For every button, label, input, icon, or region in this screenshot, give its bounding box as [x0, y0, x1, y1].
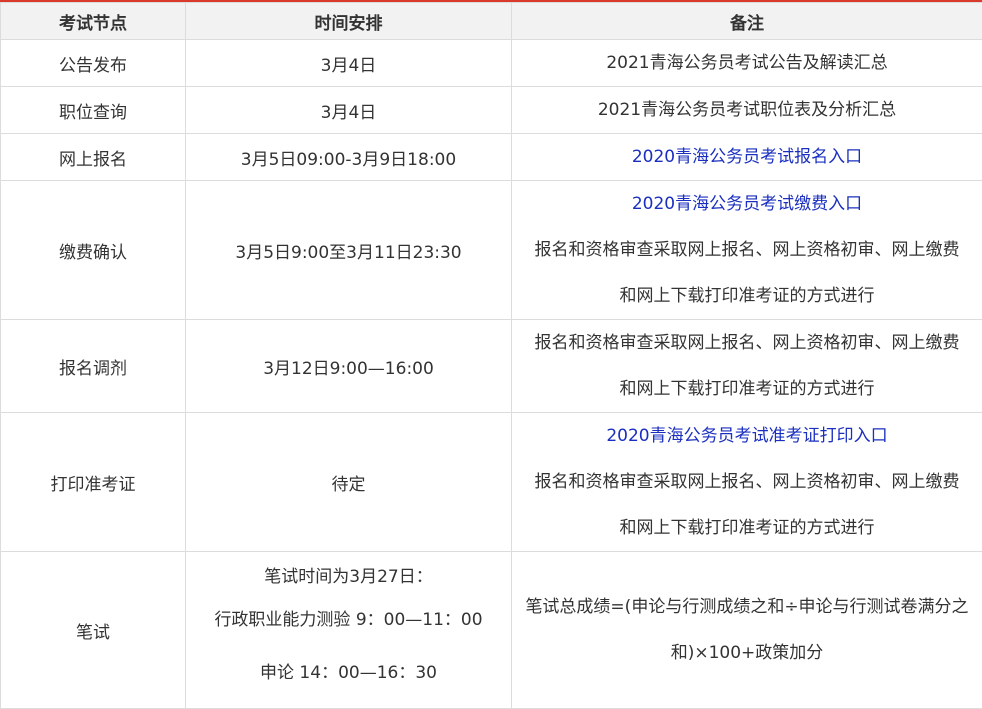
note-line: 和网上下载打印准考证的方式进行 — [516, 273, 978, 319]
table-row: 报名调剂 3月12日9:00—16:00 报名和资格审查采取网上报名、网上资格初… — [1, 320, 982, 413]
notes-cell: 2020青海公务员考试准考证打印入口 报名和资格审查采取网上报名、网上资格初审、… — [512, 413, 982, 552]
table-row: 职位查询 3月4日 2021青海公务员考试职位表及分析汇总 — [1, 87, 982, 134]
time-cell: 3月5日09:00-3月9日18:00 — [186, 134, 512, 181]
registration-entry-link[interactable]: 2020青海公务员考试报名入口 — [516, 134, 978, 180]
exam-time-line: 行政职业能力测验 9：00—11：00 — [188, 598, 509, 642]
notes-cell: 2021青海公务员考试公告及解读汇总 — [512, 40, 982, 87]
table-row: 打印准考证 待定 2020青海公务员考试准考证打印入口 报名和资格审查采取网上报… — [1, 413, 982, 552]
exam-schedule-table: 考试节点 时间安排 备注 公告发布 3月4日 2021青海公务员考试公告及解读汇… — [0, 2, 982, 709]
note-line: 报名和资格审查采取网上报名、网上资格初审、网上缴费 — [516, 320, 978, 366]
notes-cell: 2021青海公务员考试职位表及分析汇总 — [512, 87, 982, 134]
note-line: 和网上下载打印准考证的方式进行 — [516, 505, 978, 551]
payment-entry-link[interactable]: 2020青海公务员考试缴费入口 — [516, 181, 978, 227]
time-cell: 3月5日9:00至3月11日23:30 — [186, 181, 512, 320]
node-cell: 网上报名 — [1, 134, 186, 181]
admission-ticket-print-link[interactable]: 2020青海公务员考试准考证打印入口 — [516, 413, 978, 459]
note-line: 和)×100+政策加分 — [512, 630, 982, 676]
note-line: 报名和资格审查采取网上报名、网上资格初审、网上缴费 — [516, 459, 978, 505]
header-notes: 备注 — [512, 3, 982, 40]
note-line: 报名和资格审查采取网上报名、网上资格初审、网上缴费 — [516, 227, 978, 273]
notes-cell: 2020青海公务员考试缴费入口 报名和资格审查采取网上报名、网上资格初审、网上缴… — [512, 181, 982, 320]
node-cell: 打印准考证 — [1, 413, 186, 552]
table-row: 网上报名 3月5日09:00-3月9日18:00 2020青海公务员考试报名入口 — [1, 134, 982, 181]
table-row-written-exam: 笔试 笔试时间为3月27日： 行政职业能力测验 9：00—11：00 申论 14… — [1, 552, 982, 709]
table-row: 公告发布 3月4日 2021青海公务员考试公告及解读汇总 — [1, 40, 982, 87]
time-cell: 3月4日 — [186, 40, 512, 87]
header-exam-node: 考试节点 — [1, 3, 186, 40]
note-line: 2021青海公务员考试职位表及分析汇总 — [516, 87, 978, 133]
node-cell: 报名调剂 — [1, 320, 186, 413]
notes-cell: 2020青海公务员考试报名入口 — [512, 134, 982, 181]
node-cell: 职位查询 — [1, 87, 186, 134]
note-line: 2021青海公务员考试公告及解读汇总 — [516, 40, 978, 86]
table-header-row: 考试节点 时间安排 备注 — [1, 3, 982, 40]
time-cell: 待定 — [186, 413, 512, 552]
node-cell: 缴费确认 — [1, 181, 186, 320]
notes-cell: 报名和资格审查采取网上报名、网上资格初审、网上缴费 和网上下载打印准考证的方式进… — [512, 320, 982, 413]
node-cell: 公告发布 — [1, 40, 186, 87]
note-line: 和网上下载打印准考证的方式进行 — [516, 366, 978, 412]
time-cell: 笔试时间为3月27日： 行政职业能力测验 9：00—11：00 申论 14：00… — [186, 552, 512, 709]
node-cell: 笔试 — [1, 552, 186, 709]
exam-time-line: 笔试时间为3月27日： — [188, 556, 509, 598]
time-cell: 3月4日 — [186, 87, 512, 134]
exam-time-line: 申论 14：00—16：30 — [188, 642, 509, 704]
time-cell: 3月12日9:00—16:00 — [186, 320, 512, 413]
note-line: 笔试总成绩=(申论与行测成绩之和÷申论与行测试卷满分之 — [512, 584, 982, 630]
table-row: 缴费确认 3月5日9:00至3月11日23:30 2020青海公务员考试缴费入口… — [1, 181, 982, 320]
header-time-schedule: 时间安排 — [186, 3, 512, 40]
notes-cell: 笔试总成绩=(申论与行测成绩之和÷申论与行测试卷满分之 和)×100+政策加分 — [512, 552, 982, 709]
